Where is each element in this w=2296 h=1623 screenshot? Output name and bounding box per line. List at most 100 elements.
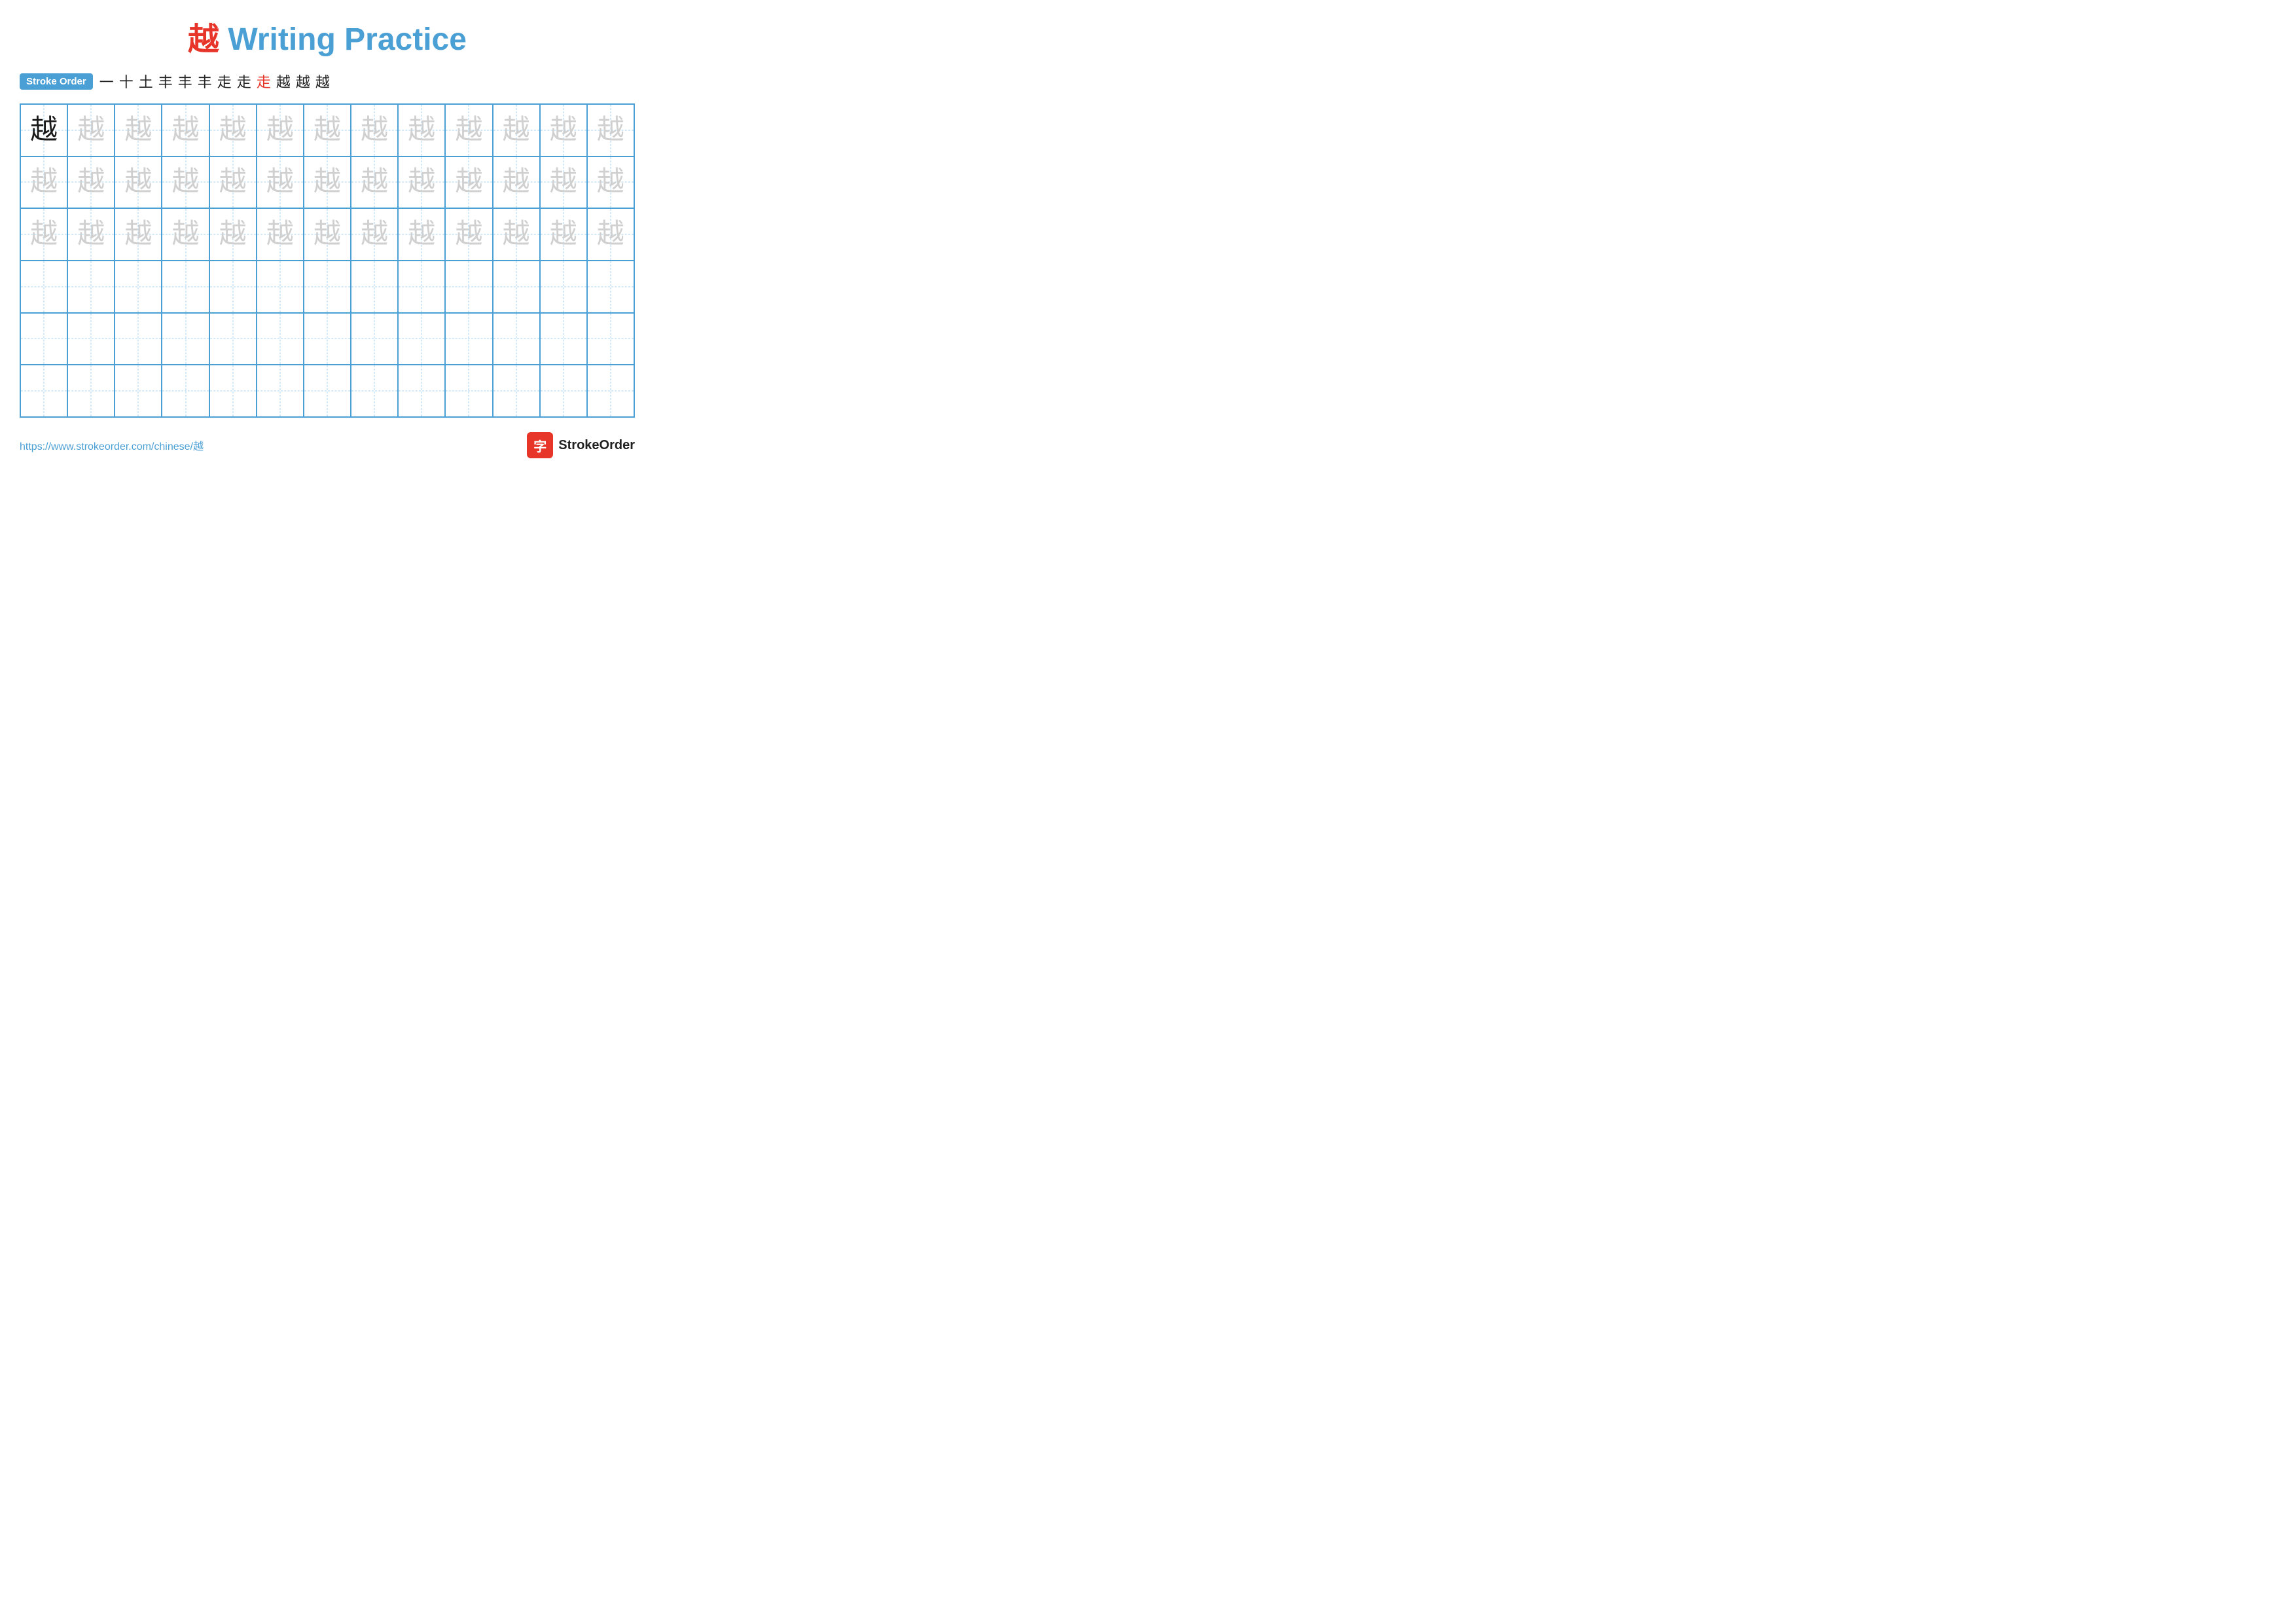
- grid-cell[interactable]: [257, 313, 304, 365]
- grid-cell[interactable]: [351, 365, 398, 417]
- grid-cell[interactable]: 越: [540, 104, 587, 156]
- grid-cell[interactable]: [115, 261, 162, 313]
- grid-cell[interactable]: 越: [351, 156, 398, 209]
- title-text: Writing Practice: [219, 22, 467, 57]
- grid-cell[interactable]: 越: [445, 156, 492, 209]
- grid-cell[interactable]: 越: [209, 104, 257, 156]
- grid-cell[interactable]: 越: [540, 156, 587, 209]
- grid-cell[interactable]: [351, 313, 398, 365]
- grid-cell[interactable]: 越: [257, 104, 304, 156]
- cell-character: 越: [597, 221, 624, 248]
- grid-cell[interactable]: 越: [493, 156, 540, 209]
- grid-cell[interactable]: 越: [20, 156, 67, 209]
- grid-cell[interactable]: [115, 365, 162, 417]
- grid-cell[interactable]: [351, 261, 398, 313]
- grid-cell[interactable]: 越: [304, 208, 351, 261]
- grid-cell[interactable]: [445, 261, 492, 313]
- grid-cell[interactable]: 越: [493, 208, 540, 261]
- grid-cell[interactable]: [67, 313, 115, 365]
- grid-cell[interactable]: [493, 313, 540, 365]
- grid-cell[interactable]: [398, 365, 445, 417]
- grid-cell[interactable]: [162, 313, 209, 365]
- grid-cell[interactable]: [162, 365, 209, 417]
- grid-cell[interactable]: 越: [67, 156, 115, 209]
- grid-cell[interactable]: 越: [67, 208, 115, 261]
- grid-cell[interactable]: [304, 365, 351, 417]
- grid-cell[interactable]: [20, 261, 67, 313]
- grid-cell[interactable]: 越: [257, 208, 304, 261]
- grid-cell[interactable]: 越: [351, 104, 398, 156]
- grid-cell[interactable]: 越: [209, 208, 257, 261]
- grid-cell[interactable]: 越: [257, 156, 304, 209]
- grid-cell[interactable]: 越: [540, 208, 587, 261]
- grid-cell[interactable]: [587, 313, 634, 365]
- cell-character: 越: [172, 221, 200, 248]
- grid-cell[interactable]: [67, 261, 115, 313]
- stroke-8: 走: [237, 71, 251, 92]
- grid-cell[interactable]: 越: [398, 104, 445, 156]
- grid-cell[interactable]: [304, 261, 351, 313]
- footer: https://www.strokeorder.com/chinese/越 字 …: [20, 432, 635, 458]
- stroke-2: 十: [119, 71, 134, 92]
- grid-cell[interactable]: 越: [67, 104, 115, 156]
- cell-character: 越: [219, 221, 247, 248]
- cell-character: 越: [124, 168, 152, 196]
- grid-cell[interactable]: [115, 313, 162, 365]
- stroke-order-badge: Stroke Order: [20, 73, 93, 90]
- grid-cell[interactable]: 越: [587, 156, 634, 209]
- grid-cell[interactable]: [304, 313, 351, 365]
- grid-cell[interactable]: 越: [209, 156, 257, 209]
- cell-character: 越: [597, 117, 624, 144]
- grid-cell[interactable]: 越: [351, 208, 398, 261]
- grid-cell[interactable]: 越: [115, 156, 162, 209]
- logo-icon: 字: [527, 432, 553, 458]
- stroke-12: 越: [315, 71, 330, 92]
- grid-cell[interactable]: [398, 261, 445, 313]
- grid-cell[interactable]: [587, 261, 634, 313]
- cell-character: 越: [503, 221, 530, 248]
- grid-cell[interactable]: [209, 365, 257, 417]
- grid-cell[interactable]: [540, 313, 587, 365]
- grid-cell[interactable]: 越: [493, 104, 540, 156]
- grid-cell[interactable]: 越: [398, 208, 445, 261]
- grid-cell[interactable]: 越: [587, 208, 634, 261]
- grid-cell[interactable]: [20, 365, 67, 417]
- grid-cell[interactable]: 越: [304, 104, 351, 156]
- grid-cell[interactable]: [445, 365, 492, 417]
- grid-cell[interactable]: [398, 313, 445, 365]
- grid-cell[interactable]: 越: [20, 104, 67, 156]
- grid-cell[interactable]: 越: [162, 208, 209, 261]
- grid-cell[interactable]: [445, 313, 492, 365]
- grid-cell[interactable]: 越: [587, 104, 634, 156]
- cell-character: 越: [172, 168, 200, 196]
- grid-cell[interactable]: [209, 313, 257, 365]
- grid-cell[interactable]: [257, 261, 304, 313]
- grid-cell[interactable]: [67, 365, 115, 417]
- logo-text: StrokeOrder: [558, 438, 635, 453]
- grid-cell[interactable]: 越: [115, 208, 162, 261]
- grid-cell[interactable]: 越: [445, 208, 492, 261]
- grid-cell[interactable]: [587, 365, 634, 417]
- grid-cell[interactable]: 越: [115, 104, 162, 156]
- grid-cell[interactable]: 越: [162, 156, 209, 209]
- grid-cell[interactable]: 越: [20, 208, 67, 261]
- stroke-6: 丰: [198, 71, 212, 92]
- grid-cell[interactable]: [493, 365, 540, 417]
- grid-cell[interactable]: 越: [304, 156, 351, 209]
- grid-cell[interactable]: [162, 261, 209, 313]
- grid-cell[interactable]: [257, 365, 304, 417]
- grid-cell[interactable]: [540, 365, 587, 417]
- grid-cell[interactable]: 越: [398, 156, 445, 209]
- grid-cell[interactable]: 越: [162, 104, 209, 156]
- grid-cell[interactable]: [540, 261, 587, 313]
- cell-character: 越: [172, 117, 200, 144]
- grid-cell[interactable]: [493, 261, 540, 313]
- stroke-order-row: Stroke Order 一 十 土 丰 丰 丰 走 走 走 越 越 越: [20, 71, 635, 92]
- grid-cell[interactable]: [209, 261, 257, 313]
- cell-character: 越: [30, 117, 58, 144]
- practice-grid: 越越越越越越越越越越越越越越越越越越越越越越越越越越越越越越越越越越越越越越越: [20, 103, 635, 418]
- cell-character: 越: [455, 117, 482, 144]
- stroke-5: 丰: [178, 71, 192, 92]
- grid-cell[interactable]: 越: [445, 104, 492, 156]
- grid-cell[interactable]: [20, 313, 67, 365]
